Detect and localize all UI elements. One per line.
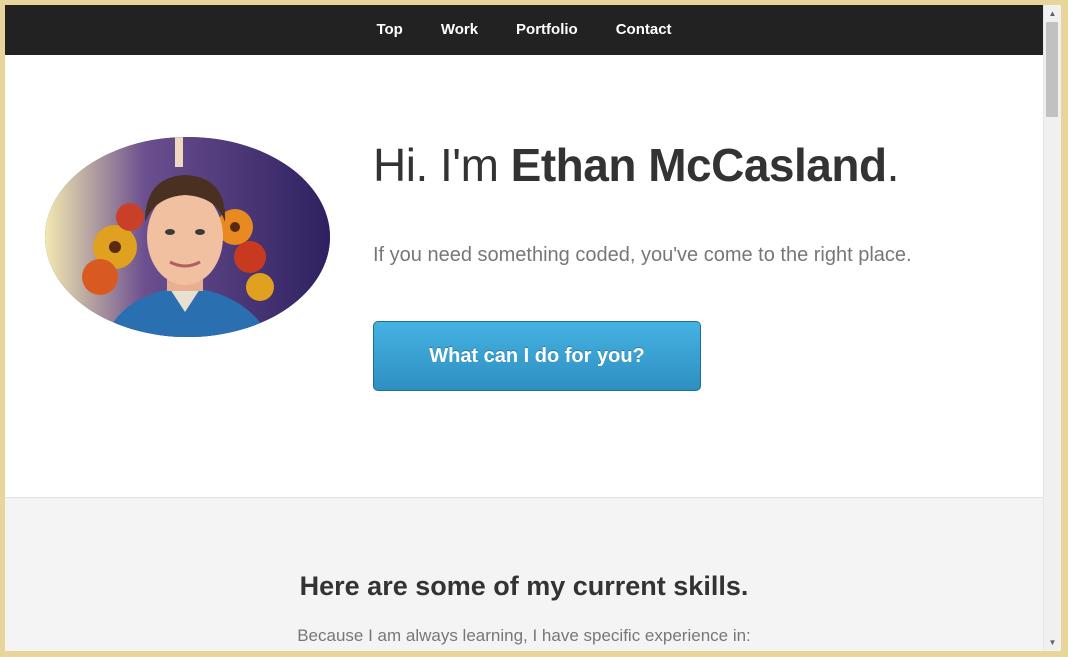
nav-link-portfolio[interactable]: Portfolio	[497, 5, 597, 55]
what-can-i-do-button[interactable]: What can I do for you?	[373, 321, 701, 391]
nav-link-top[interactable]: Top	[357, 5, 421, 55]
scrollbar-thumb[interactable]	[1046, 22, 1058, 117]
hero-subtitle: If you need something coded, you've come…	[373, 244, 912, 266]
skills-subtitle: Because I am always learning, I have spe…	[297, 626, 751, 645]
nav-link-contact[interactable]: Contact	[597, 5, 691, 55]
page-viewport: Top Work Portfolio Contact Hi. I'm Ethan…	[5, 5, 1043, 651]
vertical-scrollbar[interactable]: ▲ ▼	[1043, 5, 1061, 651]
hero-title: Hi. I'm Ethan McCasland.	[373, 138, 899, 192]
hero-greeting: Hi. I'm	[373, 139, 511, 191]
triangle-up-icon[interactable]: ▲	[1044, 5, 1061, 22]
hero-name: Ethan McCasland	[510, 139, 887, 191]
browser-window: Top Work Portfolio Contact Hi. I'm Ethan…	[0, 0, 1068, 657]
profile-photo	[45, 137, 330, 337]
top-navbar: Top Work Portfolio Contact	[5, 5, 1043, 55]
skills-section: Here are some of my current skills. Beca…	[5, 497, 1043, 651]
hero-period: .	[886, 139, 900, 191]
triangle-down-icon[interactable]: ▼	[1044, 634, 1061, 651]
hero-section: Hi. I'm Ethan McCasland. If you need som…	[5, 55, 1043, 497]
nav-link-work[interactable]: Work	[422, 5, 497, 55]
skills-title: Here are some of my current skills.	[299, 571, 749, 601]
